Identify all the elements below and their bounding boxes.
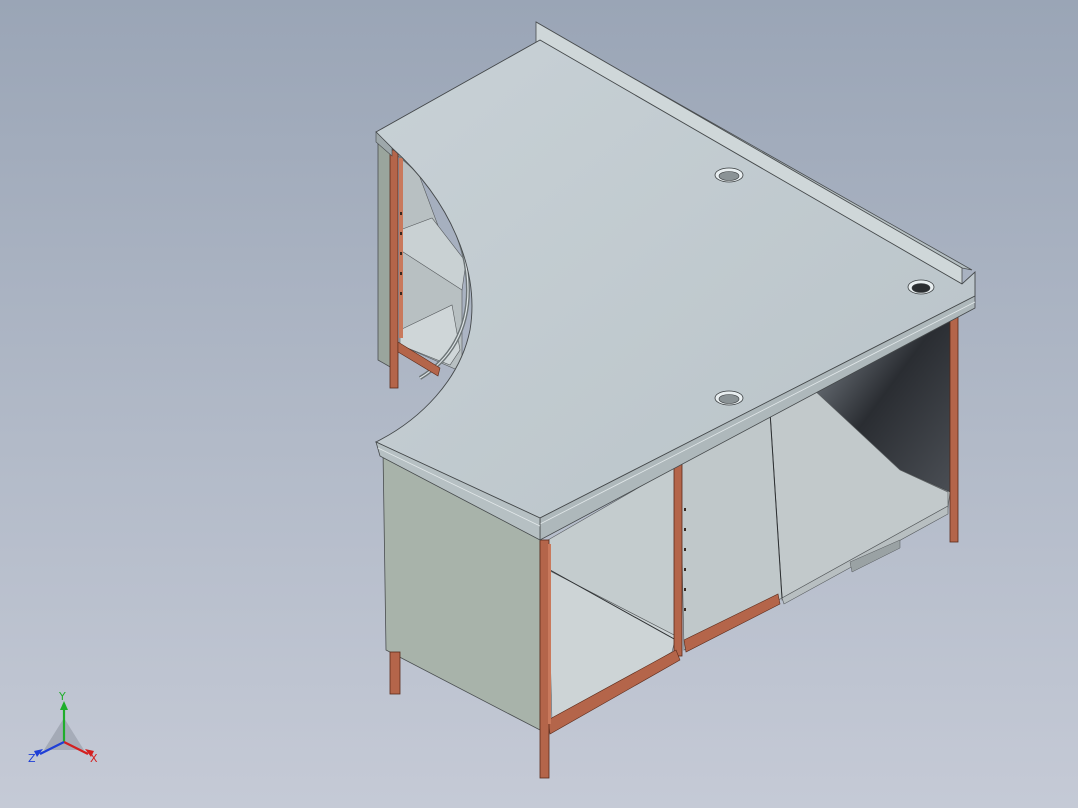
orientation-triad[interactable]: Y X Z — [22, 690, 112, 770]
grommet-hole-front — [714, 390, 744, 406]
grommet-hole-top — [714, 167, 744, 183]
z-axis-label: Z — [28, 752, 36, 765]
leg-left-back — [389, 149, 399, 389]
grommet-hole-corner — [907, 279, 935, 295]
x-axis-label: X — [90, 752, 98, 765]
leg-front-corner — [539, 539, 550, 779]
graphics-viewport[interactable]: Y X Z — [0, 0, 1078, 808]
y-axis-label: Y — [58, 690, 66, 703]
leg-front-left — [389, 651, 401, 695]
3d-model-desk[interactable] — [0, 0, 1078, 808]
leg-middle — [673, 463, 683, 657]
leg-right-back — [949, 299, 959, 543]
